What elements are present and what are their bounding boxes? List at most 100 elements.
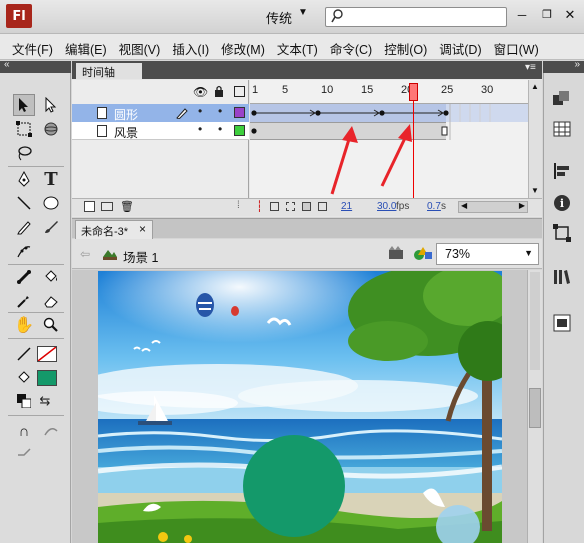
edit-scene-icon[interactable] [388,245,406,261]
visibility-dot[interactable]: • [198,122,202,136]
lock-icon[interactable] [214,85,224,97]
restore-button[interactable]: ❐ [540,9,554,23]
stage-canvas[interactable] [98,271,502,543]
tab-document[interactable]: 未命名-3* × [75,220,153,239]
elapsed-time[interactable]: 0.7 [427,201,441,212]
3d-rotation-tool-icon[interactable] [40,118,62,140]
timeline-horizontal-scrollbar[interactable]: ◀ ▶ [458,201,528,213]
playhead-handle[interactable] [409,83,418,101]
lasso-tool-icon[interactable] [13,142,35,164]
menu-debug[interactable]: 调试(D) [427,34,481,60]
swatches-panel-icon[interactable] [551,118,573,140]
workspace-switcher[interactable]: 传统 [266,8,292,27]
fill-color-icon[interactable] [13,367,35,389]
scene-label[interactable]: 场景 1 [123,247,158,266]
library-panel-icon[interactable] [551,266,573,288]
menu-modify[interactable]: 修改(M) [209,34,265,60]
edit-multiple-frames-icon[interactable] [302,202,311,211]
align-panel-icon[interactable] [551,160,573,182]
stroke-color-icon[interactable] [13,343,35,365]
minimize-button[interactable]: ─ [515,9,529,23]
layer-name[interactable]: 风景 [114,124,138,141]
close-tab-icon[interactable]: × [139,222,146,236]
zoom-select[interactable]: 73% ▼ [436,243,539,265]
free-transform-tool-icon[interactable] [13,118,35,140]
subselection-tool-icon[interactable] [40,94,62,116]
lock-dot[interactable]: • [218,122,222,136]
onion-markers-icon[interactable] [318,202,327,211]
scroll-thumb[interactable] [529,388,541,428]
menu-control[interactable]: 控制(O) [372,34,427,60]
tools-panel-header[interactable]: « [0,59,71,73]
scroll-right-arrow-icon[interactable]: ▶ [519,201,525,210]
eye-icon[interactable]: 👁 [193,85,208,99]
right-panel-header[interactable]: » [543,59,584,73]
menu-file[interactable]: 文件(F) [0,34,53,60]
smooth-icon[interactable] [40,420,62,442]
menu-window[interactable]: 窗口(W) [482,34,539,60]
new-folder-icon[interactable] [101,202,113,211]
snap-magnet-icon[interactable]: ∩ [13,420,35,442]
oval-tool-icon[interactable] [40,192,62,214]
eyedropper-tool-icon[interactable] [13,290,35,312]
pencil-tool-icon[interactable] [13,216,35,238]
info-panel-icon[interactable]: i [551,192,573,214]
menu-edit[interactable]: 编辑(E) [53,34,107,60]
components-panel-icon[interactable] [551,312,573,334]
black-white-icon[interactable] [13,390,35,412]
lock-dot[interactable]: • [218,104,222,118]
scroll-track[interactable] [530,272,540,370]
collapse-icon[interactable]: « [4,59,10,70]
eraser-tool-icon[interactable] [40,290,62,312]
scroll-down-arrow-icon[interactable]: ▼ [531,186,539,195]
straighten-icon[interactable] [13,444,35,466]
brush-tool-icon[interactable] [40,216,62,238]
timeline-vertical-scrollbar[interactable]: ▲ ▼ [528,80,542,200]
current-frame[interactable]: 21 [341,201,352,212]
paint-bucket-tool-icon[interactable] [40,266,62,288]
bone-tool-icon[interactable] [13,266,35,288]
color-panel-icon[interactable] [551,88,573,110]
stage-vertical-scrollbar[interactable] [527,270,542,543]
circle-shape[interactable] [243,435,345,537]
chevron-down-icon[interactable]: ▼ [524,248,533,258]
layer-color-box[interactable] [234,107,245,118]
text-tool-icon[interactable]: T [40,168,62,190]
hand-tool-icon[interactable]: ✋ [13,314,35,336]
frame-rate[interactable]: 30.0 [377,201,396,212]
menu-text[interactable]: 文本(T) [265,34,318,60]
back-arrow-icon[interactable]: ⇦ [80,247,90,261]
scroll-up-arrow-icon[interactable]: ▲ [531,82,539,91]
layer-name[interactable]: 圆形 [114,106,138,123]
stroke-color-swatch[interactable] [37,346,57,362]
panel-menu-icon[interactable]: ▾≡ [525,62,539,76]
drag-handle-icon[interactable]: ⁞ [237,200,240,211]
onion-skin-icon[interactable] [270,202,279,211]
tab-timeline[interactable]: 时间轴 [76,63,142,79]
layer-row-circle[interactable]: 圆形 • • [72,104,249,122]
trash-icon[interactable]: 🗑 [120,200,134,213]
chevron-down-icon[interactable]: ▼ [298,7,308,18]
help-search-input[interactable] [325,7,507,27]
outline-icon[interactable] [234,86,245,97]
new-layer-icon[interactable] [84,201,95,212]
deco-tool-icon[interactable] [13,240,35,262]
center-frame-icon[interactable]: ┆ [256,200,263,213]
edit-symbols-icon[interactable] [413,245,435,261]
onion-outline-icon[interactable] [286,202,295,211]
visibility-dot[interactable]: • [198,104,202,118]
layer-row-scenery[interactable]: 风景 • • [72,122,249,140]
close-button[interactable]: ✕ [563,8,577,23]
menu-commands[interactable]: 命令(C) [318,34,372,60]
swap-colors-icon[interactable]: ⇆ [34,390,56,412]
pen-tool-icon[interactable] [13,168,35,190]
menu-view[interactable]: 视图(V) [107,34,161,60]
selection-tool-icon[interactable] [13,94,35,116]
fill-color-swatch[interactable] [37,370,57,386]
line-tool-icon[interactable] [13,192,35,214]
zoom-tool-icon[interactable] [40,314,62,336]
menu-insert[interactable]: 插入(I) [160,34,209,60]
layer-color-box[interactable] [234,125,245,136]
expand-icon[interactable]: » [574,59,580,70]
scroll-left-arrow-icon[interactable]: ◀ [461,201,467,210]
